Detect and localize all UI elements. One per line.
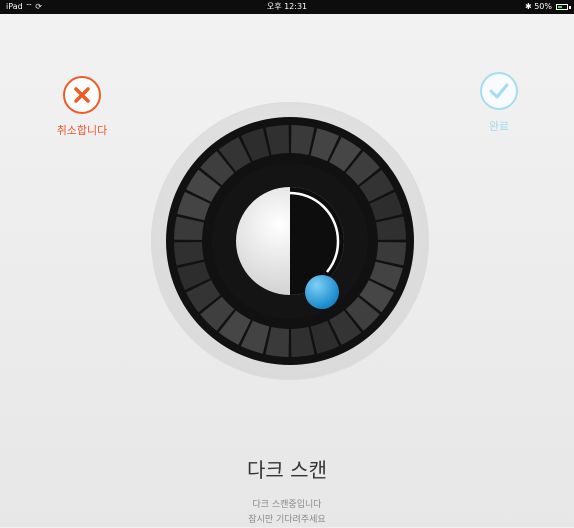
- status-bar: iPad ⌔ ⟳ 오후 12:31 ✱ 50%: [0, 0, 574, 14]
- close-icon[interactable]: [63, 76, 101, 114]
- scan-screen: 취소합니다 완료 다크 스캔 다크 스캔중입니다 잠시만 기다려주세요: [0, 14, 574, 527]
- battery-level-fill: [558, 6, 562, 8]
- battery-icon: [556, 4, 568, 10]
- done-button[interactable]: 완료: [454, 72, 544, 134]
- scan-message-line1: 다크 스캔중입니다: [252, 500, 322, 510]
- battery-tip: [569, 6, 571, 9]
- scan-message-line2: 잠시만 기다려주세요: [248, 515, 326, 525]
- scan-dial: [151, 102, 429, 380]
- status-time: 오후 12:31: [266, 2, 308, 11]
- cancel-label[interactable]: 취소합니다: [37, 122, 127, 138]
- scan-title: 다크 스캔: [247, 458, 327, 482]
- scan-dial-graphic: [166, 117, 414, 365]
- scan-indicator-dot: [305, 275, 339, 309]
- cancel-button[interactable]: 취소합니다: [37, 76, 127, 138]
- scan-message: 다크 스캔중입니다 잠시만 기다려주세요: [0, 498, 574, 528]
- done-label[interactable]: 완료: [454, 118, 544, 134]
- checkmark-icon[interactable]: [480, 72, 518, 110]
- battery-percent: ✱ 50%: [524, 2, 552, 11]
